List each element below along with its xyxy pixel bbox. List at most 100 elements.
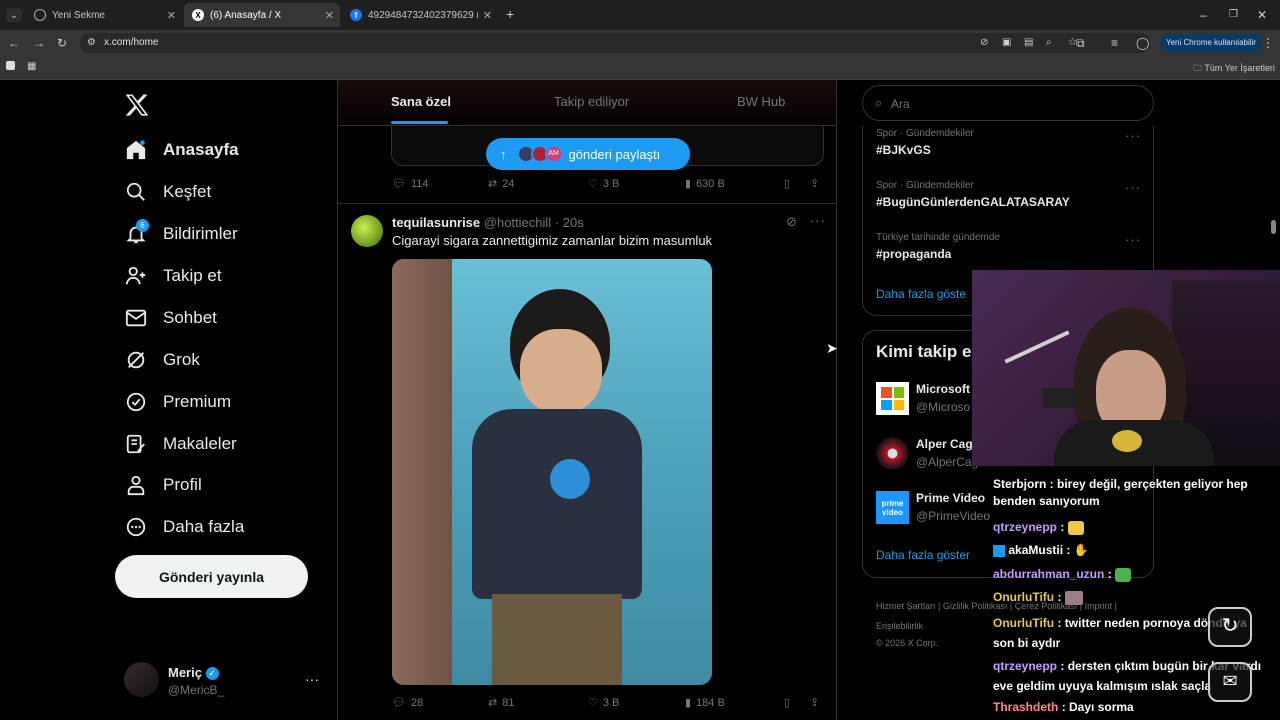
nav-messages[interactable]: Sohbet [124, 302, 217, 334]
cast-icon[interactable]: ▤ [1024, 36, 1033, 50]
author-name[interactable]: tequilasunrise [392, 215, 480, 230]
minimize-icon[interactable]: – [1200, 8, 1207, 22]
tab-x-home[interactable]: X (6) Anasayfa / X ✕ [184, 3, 340, 27]
like-button[interactable]: ♡ 3 B [588, 177, 619, 191]
person-icon [124, 473, 148, 497]
x-logo-icon: X [192, 9, 204, 21]
show-more-link[interactable]: Daha fazla göster [876, 548, 970, 562]
mouse-cursor-icon: ➤ [826, 340, 838, 356]
footer-link[interactable]: Imprint [1085, 601, 1113, 611]
prime-video-logo[interactable]: prime video [876, 491, 909, 524]
bookmark-icon[interactable]: ▯ [784, 696, 790, 709]
site-info-icon[interactable]: ⚙ [87, 36, 96, 50]
omnibox[interactable]: ⚙ x.com/home ⊘ ▣ ▤ ⌕ ☆ [80, 33, 1150, 53]
trend-item[interactable]: Spor · Gündemdekiler #BugünGünlerdenGALA… [876, 180, 1070, 209]
nav-follow[interactable]: Takip et [124, 260, 222, 292]
microsoft-logo[interactable] [876, 382, 909, 415]
media-icon[interactable]: ≡ [1111, 36, 1118, 50]
more-dots-icon[interactable]: ··· [810, 213, 826, 228]
views-button[interactable]: ▮ 630 B [685, 177, 725, 191]
nav-grok[interactable]: Grok [124, 344, 200, 376]
more-dots-icon[interactable]: ··· [305, 671, 319, 687]
extensions-icon[interactable]: ⧉ [1076, 36, 1085, 50]
nav-label: Takip et [163, 266, 222, 285]
author-handle[interactable]: @hottiechill [484, 215, 551, 230]
nav-explore[interactable]: Keşfet [124, 176, 211, 208]
bookmark-icon[interactable] [6, 61, 15, 70]
x-logo-icon[interactable] [124, 92, 150, 118]
follow-name[interactable]: Prime Video [916, 491, 985, 505]
nav-home[interactable]: Anasayfa [124, 134, 239, 166]
window-close-icon[interactable]: ✕ [1257, 8, 1267, 22]
post-button[interactable]: Gönderi yayınla [115, 555, 308, 598]
chrome-update-button[interactable]: Yeni Chrome kullanılabilir [1160, 34, 1262, 52]
more-dots-icon[interactable]: ··· [1125, 232, 1141, 247]
post-time[interactable]: · 20s [555, 215, 584, 230]
share-icon[interactable]: ⇪ [810, 177, 819, 190]
footer-link[interactable]: Erişilebilirlik [876, 621, 923, 631]
reply-button[interactable]: 💬︎ 28 [392, 696, 423, 710]
more-dots-icon[interactable]: ··· [1125, 128, 1141, 143]
view-count: 184 B [696, 696, 725, 709]
scrollbar-thumb[interactable] [1271, 220, 1276, 234]
more-dots-icon[interactable]: ··· [1125, 180, 1141, 195]
nav-premium[interactable]: Premium [124, 386, 231, 418]
apps-grid-icon[interactable]: ▦ [27, 60, 36, 74]
nav-more[interactable]: Daha fazla [124, 511, 244, 543]
chat-message: OnurluTifu : [993, 590, 1083, 605]
install-icon[interactable]: ▣ [1002, 36, 1011, 50]
reply-button[interactable]: 💬︎ 114 [392, 177, 429, 191]
zoom-icon[interactable]: ⌕ [1046, 36, 1052, 50]
back-icon[interactable]: ← [8, 36, 20, 50]
chat-text: : [1060, 520, 1065, 534]
close-icon[interactable]: ✕ [483, 9, 492, 22]
nav-articles[interactable]: Makaleler [124, 428, 237, 460]
new-posts-pill[interactable]: ↑ AM gönderi paylaştı [486, 138, 690, 170]
reload-icon[interactable]: ↻ [57, 36, 67, 50]
tab-image[interactable]: f 4929484732402379629 (200×2... ✕ [342, 3, 498, 27]
tab-bw-hub[interactable]: BW Hub [737, 94, 785, 109]
views-icon: ▮ [685, 697, 692, 709]
close-icon[interactable]: ✕ [167, 9, 176, 22]
view-count: 630 B [696, 177, 725, 190]
active-tab-indicator [391, 121, 448, 124]
tab-new[interactable]: Yeni Sekme ✕ [26, 3, 182, 27]
footer-link[interactable]: Hizmet Şartları [876, 601, 936, 611]
account-switcher[interactable]: Meriç ✓ @MericB_ ··· [124, 662, 334, 702]
follow-name[interactable]: Alper Cag [916, 437, 973, 451]
tab-following[interactable]: Takip ediliyor [554, 94, 629, 109]
trend-item[interactable]: Spor · Gündemdekiler #BJKvGS [876, 128, 974, 157]
like-button[interactable]: ♡ 3 B [588, 696, 619, 710]
repost-button[interactable]: ⇄ 24 [488, 177, 514, 191]
post-image[interactable] [392, 259, 712, 685]
trend-item[interactable]: Türkiye tarihinde gündemde #propaganda [876, 232, 1000, 261]
url-text[interactable]: x.com/home [104, 37, 158, 48]
nav-notifications[interactable]: 6 Bildirimler [124, 218, 238, 250]
profile-icon[interactable]: ◯ [1136, 36, 1149, 50]
emote-icon: ✋ [1073, 543, 1089, 557]
no-camera-icon[interactable]: ⊘ [980, 36, 988, 50]
chat-username: Thrashdeth [993, 700, 1059, 714]
all-bookmarks[interactable]: 🗀 Tüm Yer İşaretleri [1193, 61, 1275, 75]
search-box[interactable]: ⌕ Ara [862, 85, 1154, 121]
menu-icon[interactable]: ⋮ [1262, 36, 1274, 50]
grok-explain-icon[interactable]: ⊘ [786, 214, 797, 230]
close-icon[interactable]: ✕ [325, 9, 334, 22]
show-more-link[interactable]: Daha fazla göste [876, 287, 966, 301]
emote-icon [1064, 590, 1083, 605]
avatar[interactable] [876, 437, 909, 470]
follow-name[interactable]: Microsoft [916, 382, 970, 396]
repost-button[interactable]: ⇄ 81 [488, 696, 514, 710]
avatar[interactable] [351, 215, 383, 247]
views-button[interactable]: ▮ 184 B [685, 696, 725, 710]
trend-tag: #propaganda [876, 247, 952, 261]
tab-search-icon[interactable]: ⌄ [6, 8, 22, 22]
new-tab-icon[interactable]: + [506, 7, 514, 21]
tab-for-you[interactable]: Sana özel [391, 94, 451, 109]
forward-icon[interactable]: → [33, 36, 45, 50]
share-icon[interactable]: ⇪ [810, 696, 819, 709]
restore-icon[interactable]: ❐ [1229, 8, 1238, 22]
nav-profile[interactable]: Profil [124, 469, 202, 501]
facebook-icon: f [350, 9, 362, 21]
bookmark-icon[interactable]: ▯ [784, 177, 790, 190]
